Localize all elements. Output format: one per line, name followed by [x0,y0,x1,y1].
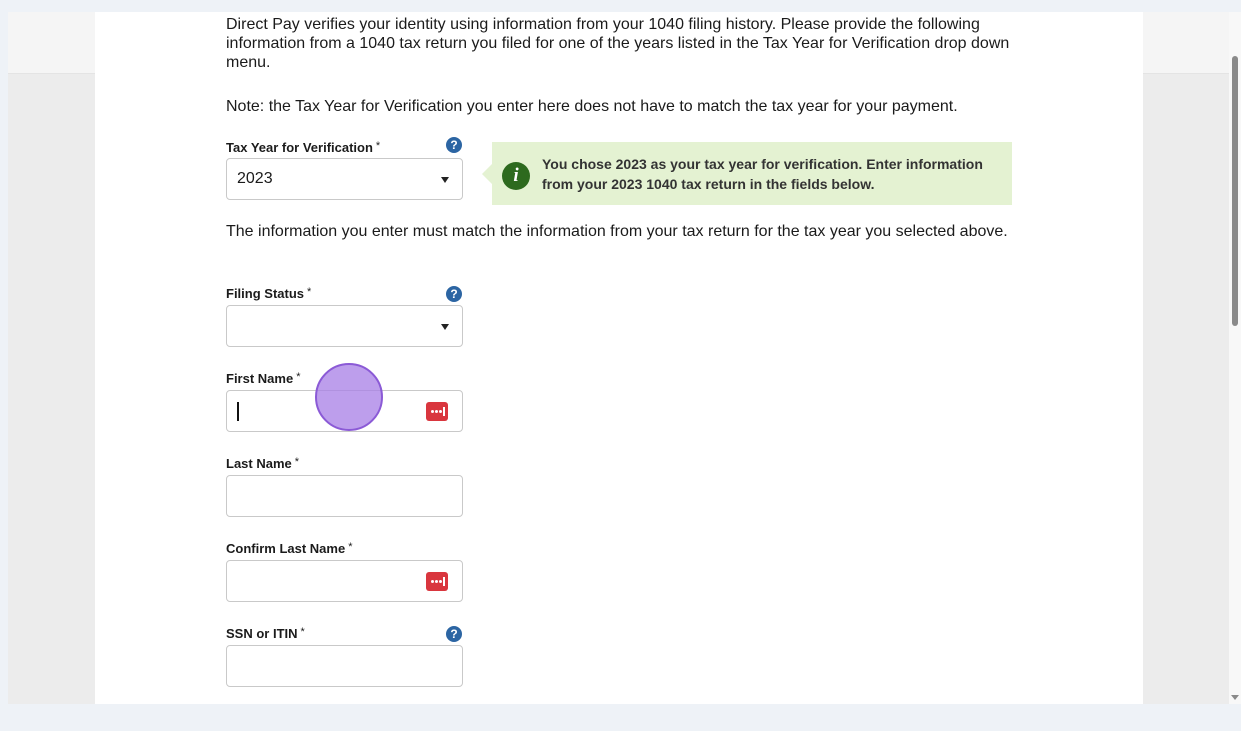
password-manager-icon[interactable] [426,572,448,591]
confirm-last-name-label-text: Confirm Last Name [226,541,346,556]
last-name-label-text: Last Name [226,456,292,471]
form-content: Direct Pay verifies your identity using … [95,12,1143,704]
tax-year-info-callout: i You chose 2023 as your tax year for ve… [482,142,1012,205]
ssn-itin-input[interactable] [226,645,463,687]
filing-status-label-text: Filing Status [226,286,304,301]
tax-year-label-text: Tax Year for Verification [226,140,373,155]
tax-year-select[interactable]: 2023 [226,158,463,200]
required-mark: * [348,541,353,553]
click-indicator [315,363,383,431]
required-mark: * [307,286,312,298]
required-mark: * [375,140,381,152]
ssn-itin-label-text: SSN or ITIN [226,626,298,641]
first-name-label-text: First Name [226,371,294,386]
last-name-input[interactable] [226,475,463,517]
confirm-last-name-input[interactable] [226,560,463,602]
filing-status-label: Filing Status * [226,286,311,301]
browser-viewport: Direct Pay verifies your identity using … [8,12,1229,704]
vertical-scrollbar[interactable] [1229,12,1241,704]
filing-status-select[interactable] [226,305,463,347]
ssn-itin-label: SSN or ITIN * [226,626,305,641]
intro-note: Note: the Tax Year for Verification you … [226,98,958,115]
info-icon: i [502,162,530,190]
chevron-down-icon [441,324,449,330]
intro-paragraph: Direct Pay verifies your identity using … [226,16,1010,71]
ssn-itin-help-icon[interactable]: ? [446,626,462,642]
info-callout-text: You chose 2023 as your tax year for veri… [542,156,983,192]
scrollbar-thumb[interactable] [1232,56,1238,326]
last-name-label: Last Name * [226,456,299,471]
scroll-down-arrow-icon[interactable] [1231,695,1239,700]
chevron-down-icon [441,177,449,183]
required-mark: * [296,371,301,383]
tax-year-value: 2023 [237,170,273,187]
text-cursor [237,402,239,421]
confirm-last-name-label: Confirm Last Name * [226,541,352,556]
tax-year-label: Tax Year for Verification * [226,140,380,155]
password-manager-icon[interactable] [426,402,448,421]
match-note: The information you enter must match the… [226,223,1008,240]
first-name-label: First Name * [226,371,300,386]
filing-status-help-icon[interactable]: ? [446,286,462,302]
required-mark: * [294,456,300,468]
required-mark: * [300,626,305,638]
tax-year-help-icon[interactable]: ? [446,137,462,153]
